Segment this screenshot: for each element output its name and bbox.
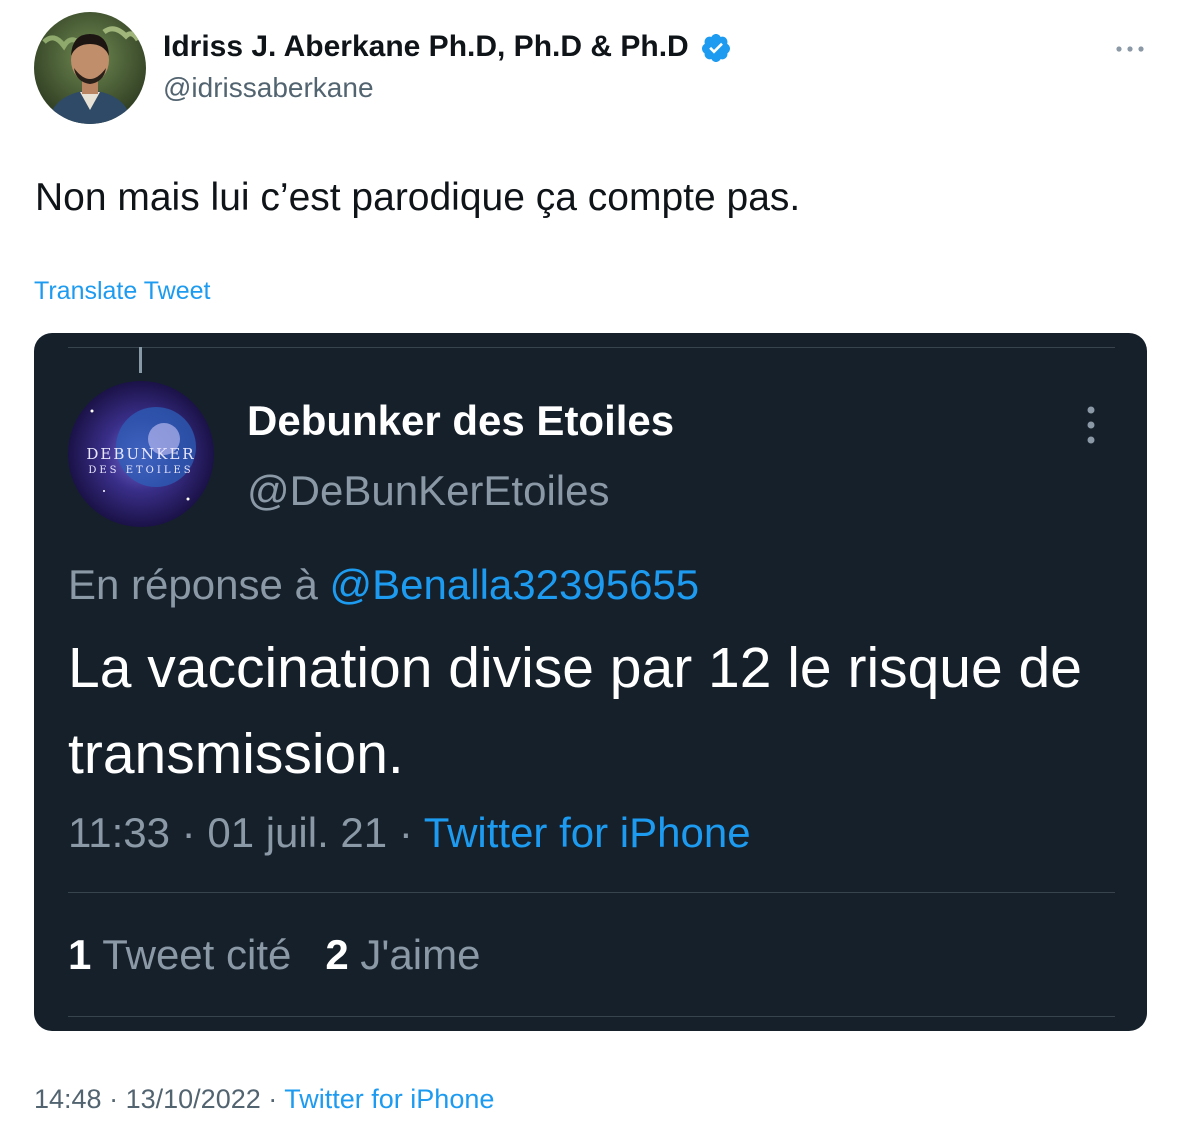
- tweet-date[interactable]: 13/10/2022: [126, 1084, 261, 1114]
- quoted-tweet-text: La vaccination divise par 12 le risque d…: [68, 636, 1082, 786]
- divider: [68, 347, 1115, 348]
- quoted-tweet-time: 11:33: [68, 809, 170, 856]
- tweet-text: Non mais lui c’est parodique ça compte p…: [35, 176, 801, 219]
- meta-separator: ·: [398, 809, 413, 856]
- quoted-author-name[interactable]: Debunker des Etoiles: [247, 397, 674, 445]
- quote-count: 1: [68, 931, 92, 978]
- quoted-tweet-meta: 11:33 · 01 juil. 21 · Twitter for iPhone: [68, 809, 751, 857]
- like-count: 2: [325, 931, 349, 978]
- meta-separator: ·: [181, 809, 196, 856]
- verified-badge-icon: [701, 34, 730, 62]
- quoted-tweet-date: 01 juil. 21: [207, 809, 388, 856]
- tweet-source-link[interactable]: Twitter for iPhone: [284, 1084, 494, 1114]
- reply-mention-link[interactable]: @Benalla32395655: [330, 561, 700, 608]
- like-label: J'aime: [360, 931, 481, 978]
- divider: [68, 1016, 1115, 1017]
- quoted-author-handle[interactable]: @DeBunKerEtoiles: [247, 467, 609, 515]
- more-vertical-icon[interactable]: [1084, 405, 1098, 445]
- quote-label: Tweet cité: [102, 931, 292, 978]
- tweet-time[interactable]: 14:48: [34, 1084, 102, 1114]
- quoted-avatar-line1: DEBUNKER: [86, 445, 195, 463]
- author-name[interactable]: Idriss J. Aberkane Ph.D, Ph.D & Ph.D: [163, 30, 689, 64]
- quoted-author-avatar[interactable]: DEBUNKER DES ETOILES: [68, 381, 214, 527]
- quoted-tweet-stats: 1 Tweet cité 2 J'aime: [68, 931, 480, 979]
- meta-separator: ·: [109, 1084, 119, 1114]
- more-horizontal-icon[interactable]: [1114, 44, 1146, 54]
- tweet-meta: 14:48 · 13/10/2022 · Twitter for iPhone: [34, 1084, 494, 1115]
- quote-tweets-stat[interactable]: 1 Tweet cité: [68, 931, 291, 978]
- quoted-avatar-line2: DES ETOILES: [88, 465, 193, 476]
- quoted-tweet-source-link[interactable]: Twitter for iPhone: [424, 809, 751, 856]
- meta-separator: ·: [268, 1084, 278, 1114]
- reply-context: En réponse à @Benalla32395655: [68, 561, 699, 609]
- divider: [68, 892, 1115, 893]
- quoted-tweet-card[interactable]: DEBUNKER DES ETOILES Debunker des Etoile…: [34, 333, 1147, 1031]
- reply-prefix: En réponse à: [68, 561, 318, 608]
- likes-stat[interactable]: 2 J'aime: [325, 931, 480, 978]
- translate-tweet-link[interactable]: Translate Tweet: [34, 277, 210, 306]
- author-handle[interactable]: @idrissaberkane: [163, 72, 374, 104]
- thread-line: [139, 347, 142, 373]
- author-avatar[interactable]: [34, 12, 146, 124]
